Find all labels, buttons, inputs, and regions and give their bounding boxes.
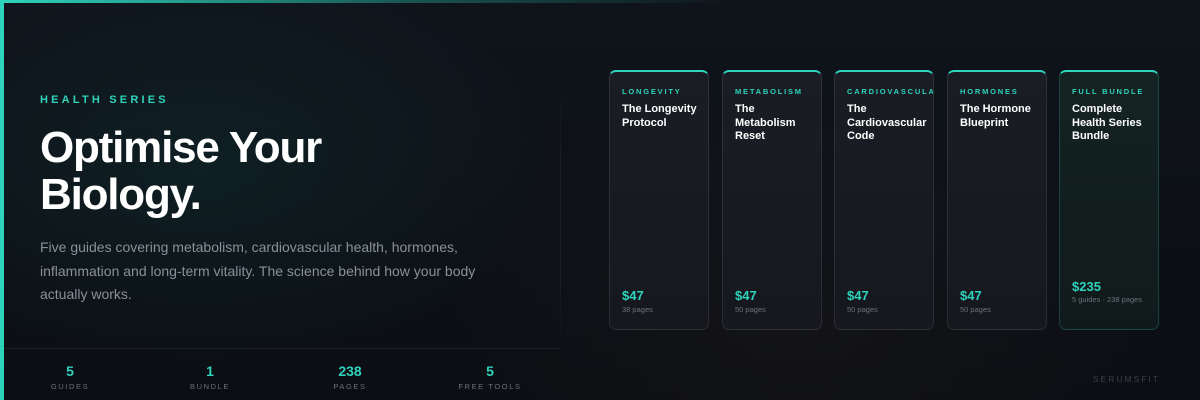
card-price: $47 (847, 288, 869, 303)
card-category: CARDIOVASCULAR (847, 87, 934, 96)
card-category: LONGEVITY (622, 87, 682, 96)
stat-pages: 238 PAGES (290, 363, 410, 391)
card-category: FULL BUNDLE (1072, 87, 1145, 96)
stat-value: 1 (206, 363, 214, 379)
series-eyebrow: HEALTH SERIES (40, 94, 169, 106)
card-price: $47 (622, 288, 644, 303)
health-series-banner: HEALTH SERIES Optimise Your Biology. Fiv… (0, 0, 1200, 400)
card-meta: 50 pages (735, 305, 766, 314)
stat-value: 238 (338, 363, 362, 379)
card-price: $47 (960, 288, 982, 303)
headline-line-1: Optimise Your (40, 123, 322, 172)
card-title: The Metabolism Reset (735, 103, 796, 142)
hero-headline: Optimise Your Biology. (40, 123, 322, 219)
card-meta: 50 pages (847, 305, 878, 314)
product-card-cardiovascular[interactable]: CARDIOVASCULAR The Cardiovascular Code $… (834, 70, 934, 330)
stats-bar: 5 GUIDES 1 BUNDLE 238 PAGES 5 FREE TOOLS (4, 348, 560, 400)
card-category: HORMONES (960, 87, 1019, 96)
headline-line-2: Biology. (40, 170, 202, 219)
hero-description: Five guides covering metabolism, cardiov… (40, 239, 476, 302)
product-card-full-bundle[interactable]: FULL BUNDLE Complete Health Series Bundl… (1059, 70, 1159, 330)
stat-label: FREE TOOLS (458, 382, 522, 391)
product-card-hormones[interactable]: HORMONES The Hormone Blueprint $47 50 pa… (947, 70, 1047, 330)
card-title: The Cardiovascular Code (847, 103, 927, 142)
stat-label: GUIDES (50, 382, 90, 391)
product-card-metabolism[interactable]: METABOLISM The Metabolism Reset $47 50 p… (722, 70, 822, 330)
accent-bar-left (0, 0, 4, 400)
accent-bar-top (0, 0, 730, 3)
brand-wordmark: SERUMSFIT (1092, 374, 1160, 384)
stat-guides: 5 GUIDES (10, 363, 130, 391)
card-meta: 50 pages (960, 305, 991, 314)
stat-label: BUNDLE (189, 382, 231, 391)
card-title: The Hormone Blueprint (960, 103, 1031, 129)
stat-label: PAGES (333, 382, 367, 391)
card-category: METABOLISM (735, 87, 803, 96)
stat-bundle: 1 BUNDLE (150, 363, 270, 391)
product-card-longevity[interactable]: LONGEVITY The Longevity Protocol $47 38 … (609, 70, 709, 330)
section-divider (560, 80, 561, 350)
card-meta: 5 guides · 238 pages (1072, 295, 1143, 304)
card-price: $47 (735, 288, 757, 303)
card-price: $235 (1072, 279, 1101, 294)
stat-value: 5 (486, 363, 494, 379)
card-title: The Longevity Protocol (622, 103, 697, 129)
card-title: Complete Health Series Bundle (1072, 103, 1142, 142)
card-meta: 38 pages (622, 305, 653, 314)
stat-value: 5 (66, 363, 74, 379)
stat-free-tools: 5 FREE TOOLS (430, 363, 550, 391)
